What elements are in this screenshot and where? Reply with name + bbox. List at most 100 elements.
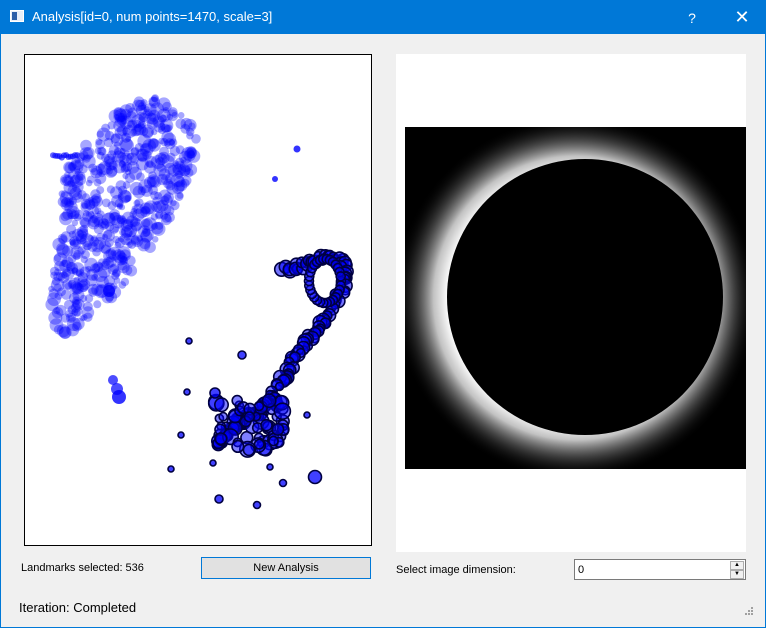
embedding-point[interactable]: [140, 99, 148, 107]
embedding-point[interactable]: [231, 439, 245, 454]
embedding-point[interactable]: [272, 176, 278, 182]
embedding-point[interactable]: [273, 402, 292, 421]
embedding-point[interactable]: [48, 310, 63, 325]
embedding-point[interactable]: [166, 109, 179, 122]
embedding-point[interactable]: [98, 258, 106, 266]
embedding-point[interactable]: [74, 152, 81, 159]
embedding-point[interactable]: [60, 271, 68, 279]
embedding-point[interactable]: [118, 281, 127, 289]
embedding-point[interactable]: [303, 411, 311, 419]
embedding-point[interactable]: [253, 438, 265, 450]
embedding-point[interactable]: [130, 208, 138, 215]
embedding-point[interactable]: [124, 172, 136, 183]
embedding-point[interactable]: [120, 227, 133, 239]
close-button[interactable]: ✕: [719, 1, 765, 34]
embedding-point[interactable]: [91, 168, 99, 176]
embedding-point[interactable]: [335, 271, 347, 282]
image-dimension-spinbox[interactable]: 0 ▲ ▼: [574, 559, 746, 580]
embedding-point[interactable]: [88, 287, 98, 297]
embedding-point[interactable]: [131, 114, 146, 128]
embedding-point[interactable]: [81, 202, 89, 210]
embedding-point[interactable]: [71, 321, 82, 332]
embedding-point[interactable]: [96, 130, 104, 138]
embedding-point[interactable]: [252, 500, 262, 510]
embedding-point[interactable]: [57, 233, 68, 244]
embedding-point[interactable]: [278, 478, 288, 488]
embedding-point[interactable]: [144, 241, 156, 253]
embedding-point[interactable]: [160, 204, 172, 215]
embedding-point[interactable]: [159, 114, 167, 122]
embedding-scatter-plot[interactable]: [25, 55, 371, 545]
embedding-point[interactable]: [209, 387, 221, 399]
embedding-point[interactable]: [142, 228, 151, 237]
embedding-point[interactable]: [177, 112, 185, 119]
embedding-point[interactable]: [61, 256, 74, 269]
embedding-point[interactable]: [172, 161, 187, 175]
embedding-point[interactable]: [66, 205, 80, 220]
embedding-point[interactable]: [242, 443, 256, 457]
embedding-point[interactable]: [101, 198, 111, 208]
embedding-point[interactable]: [261, 393, 277, 409]
embedding-point[interactable]: [183, 388, 191, 396]
embedding-point[interactable]: [122, 162, 133, 172]
embedding-scatter-view[interactable]: [24, 54, 372, 546]
embedding-point[interactable]: [186, 131, 194, 140]
embedding-point[interactable]: [160, 153, 167, 160]
embedding-point[interactable]: [77, 246, 86, 255]
embedding-point[interactable]: [80, 139, 92, 152]
embedding-point[interactable]: [109, 209, 121, 221]
help-button[interactable]: ?: [669, 1, 715, 34]
embedding-point[interactable]: [166, 152, 176, 162]
embedding-point[interactable]: [103, 285, 115, 297]
embedding-point[interactable]: [156, 163, 165, 172]
embedding-point[interactable]: [307, 469, 323, 485]
embedding-point[interactable]: [61, 289, 72, 300]
embedding-point[interactable]: [130, 146, 140, 156]
embedding-point[interactable]: [112, 390, 126, 404]
embedding-point[interactable]: [58, 326, 71, 339]
embedding-point[interactable]: [169, 138, 178, 147]
embedding-point[interactable]: [177, 431, 185, 439]
embedding-point[interactable]: [139, 126, 149, 136]
embedding-point[interactable]: [214, 432, 228, 446]
embedding-point[interactable]: [165, 180, 176, 191]
embedding-point[interactable]: [50, 271, 58, 279]
embedding-point[interactable]: [72, 289, 85, 302]
embedding-point[interactable]: [129, 155, 137, 163]
embedding-point[interactable]: [117, 260, 128, 271]
embedding-point[interactable]: [271, 422, 285, 436]
embedding-point[interactable]: [293, 145, 301, 153]
embedding-point[interactable]: [97, 146, 106, 156]
embedding-point[interactable]: [101, 123, 110, 133]
embedding-point[interactable]: [129, 129, 138, 137]
embedding-point[interactable]: [237, 350, 247, 360]
embedding-point[interactable]: [153, 120, 166, 133]
embedding-point[interactable]: [68, 196, 77, 205]
embedding-point[interactable]: [243, 411, 256, 423]
spin-down-arrow-icon[interactable]: ▼: [730, 570, 744, 579]
embedding-point[interactable]: [104, 153, 115, 165]
embedding-point[interactable]: [117, 189, 132, 204]
embedding-point[interactable]: [93, 300, 102, 309]
image-view[interactable]: [396, 54, 746, 552]
embedding-point[interactable]: [106, 185, 115, 194]
embedding-point[interactable]: [150, 213, 158, 221]
embedding-point[interactable]: [209, 459, 217, 467]
embedding-point[interactable]: [130, 217, 140, 227]
embedding-point[interactable]: [125, 135, 132, 142]
embedding-point[interactable]: [185, 337, 193, 345]
embedding-point[interactable]: [157, 97, 171, 111]
embedding-point[interactable]: [147, 138, 161, 152]
embedding-point[interactable]: [81, 306, 95, 319]
image-dimension-value[interactable]: 0: [578, 564, 584, 576]
embedding-point[interactable]: [91, 273, 99, 282]
embedding-point[interactable]: [105, 167, 113, 175]
embedding-point[interactable]: [155, 221, 164, 230]
title-bar[interactable]: Analysis[id=0, num points=1470, scale=3]…: [1, 1, 765, 34]
embedding-point[interactable]: [148, 109, 161, 122]
embedding-point[interactable]: [90, 263, 101, 274]
embedding-point[interactable]: [93, 223, 104, 235]
embedding-point[interactable]: [100, 244, 111, 255]
embedding-point[interactable]: [114, 241, 122, 249]
embedding-point[interactable]: [73, 309, 81, 317]
